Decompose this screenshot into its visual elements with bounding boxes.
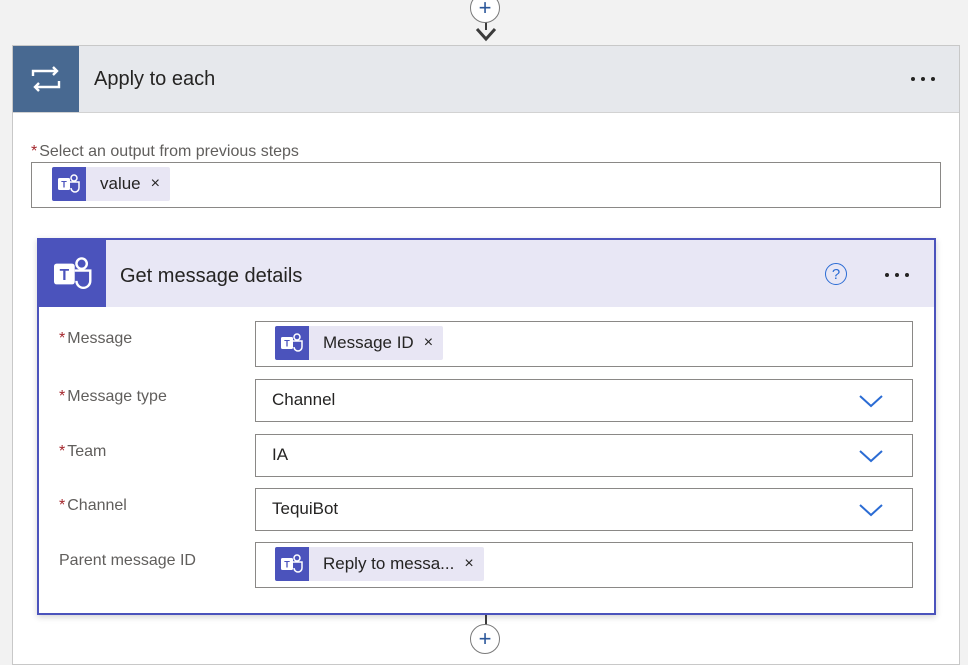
chevron-down-icon[interactable]: [858, 503, 884, 517]
channel-label-text: Channel: [67, 497, 127, 514]
remove-token-icon[interactable]: ×: [420, 334, 443, 352]
reply-to-message-token[interactable]: T Reply to messa... ×: [275, 547, 484, 581]
output-input[interactable]: T value ×: [31, 162, 941, 208]
teams-icon: T: [52, 167, 86, 201]
team-value: IA: [272, 445, 289, 464]
output-label-text: Select an output from previous steps: [39, 143, 299, 160]
apply-to-each-header[interactable]: Apply to each: [13, 46, 959, 113]
message-label-text: Message: [67, 330, 133, 347]
required-marker: *: [59, 330, 66, 347]
help-glyph: ?: [831, 265, 841, 283]
plus-icon: +: [478, 626, 492, 651]
help-icon[interactable]: ?: [825, 263, 847, 285]
plus-icon: +: [478, 0, 492, 20]
chevron-down-icon[interactable]: [858, 394, 884, 408]
channel-dropdown[interactable]: TequiBot: [255, 488, 913, 531]
message-type-label-text: Message type: [67, 388, 167, 405]
required-marker: *: [31, 143, 38, 160]
apply-to-each-title: Apply to each: [94, 68, 216, 90]
parent-message-id-label: Parent message ID: [59, 552, 196, 570]
remove-token-icon[interactable]: ×: [147, 175, 170, 193]
value-token[interactable]: T value ×: [52, 167, 170, 201]
get-message-details-header[interactable]: T Get message details ?: [39, 240, 934, 307]
team-dropdown[interactable]: IA: [255, 434, 913, 477]
arrow-down-icon: [475, 27, 497, 42]
output-label: * Select an output from previous steps: [31, 143, 299, 161]
message-input[interactable]: T Message ID ×: [255, 321, 913, 367]
team-label: * Team: [59, 443, 106, 461]
parent-message-id-input[interactable]: T Reply to messa... ×: [255, 542, 913, 588]
team-label-text: Team: [67, 443, 107, 460]
get-message-details-title: Get message details: [120, 265, 303, 287]
add-step-button-top[interactable]: +: [470, 0, 500, 23]
more-icon[interactable]: [885, 273, 909, 277]
chevron-down-icon[interactable]: [858, 449, 884, 463]
token-label: Reply to messa...: [323, 554, 455, 573]
loop-icon: [13, 46, 79, 112]
teams-icon: T: [275, 326, 309, 360]
svg-text:T: T: [59, 267, 69, 284]
required-marker: *: [59, 388, 66, 405]
required-marker: *: [59, 443, 66, 460]
token-label: value: [100, 174, 141, 193]
message-type-value: Channel: [272, 390, 336, 409]
get-message-details-card: T Get message details ? * Message T Messa…: [37, 238, 936, 615]
add-step-button-bottom[interactable]: +: [470, 624, 500, 654]
token-label: Message ID: [323, 333, 414, 352]
teams-icon: T: [39, 240, 106, 307]
required-marker: *: [59, 497, 66, 514]
message-type-dropdown[interactable]: Channel: [255, 379, 913, 422]
svg-text:T: T: [284, 339, 290, 349]
more-icon[interactable]: [911, 77, 935, 81]
channel-label: * Channel: [59, 497, 127, 515]
channel-value: TequiBot: [272, 499, 339, 518]
message-type-label: * Message type: [59, 388, 167, 406]
svg-text:T: T: [61, 180, 67, 190]
teams-icon: T: [275, 547, 309, 581]
svg-text:T: T: [284, 560, 290, 570]
message-id-token[interactable]: T Message ID ×: [275, 326, 444, 360]
remove-token-icon[interactable]: ×: [460, 555, 483, 573]
message-label: * Message: [59, 330, 132, 348]
parent-message-id-label-text: Parent message ID: [59, 552, 196, 569]
